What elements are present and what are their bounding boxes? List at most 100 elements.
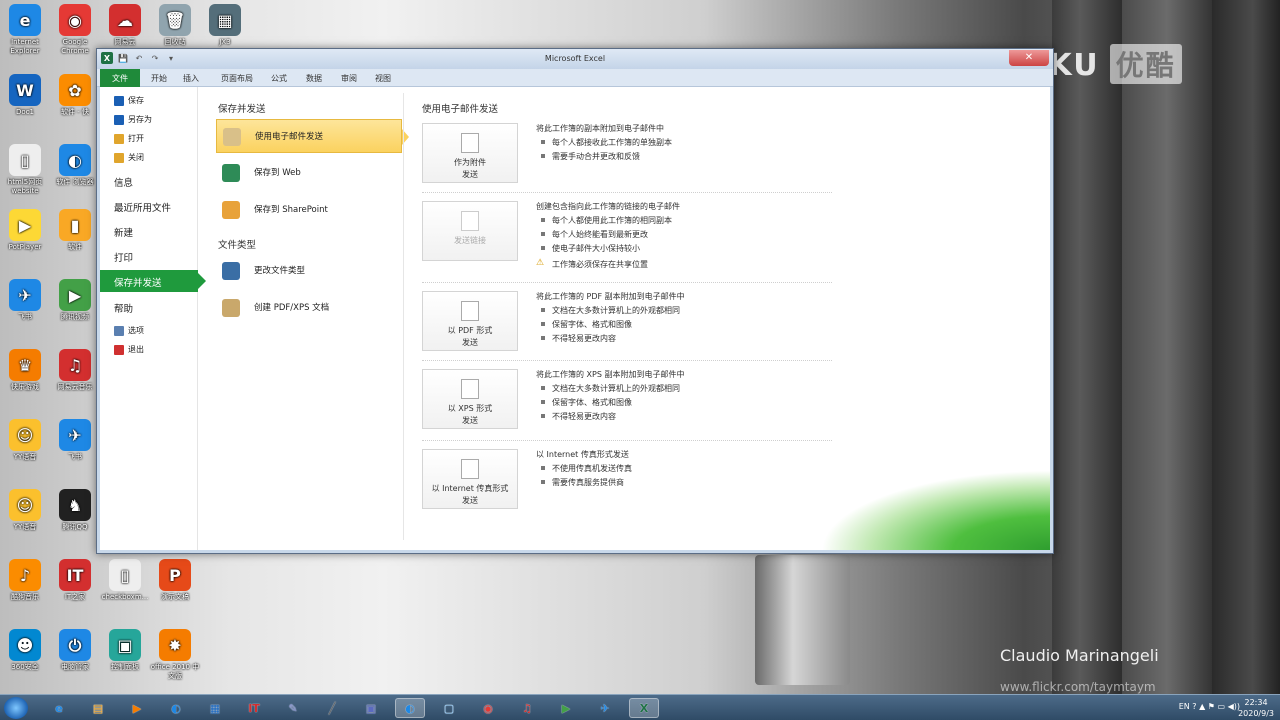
- send-action-button[interactable]: 以 PDF 形式 发送: [422, 291, 518, 351]
- ribbon-tab[interactable]: 公式: [265, 71, 293, 86]
- taskbar-app-button[interactable]: ╱: [317, 698, 347, 718]
- action-button-label: 发送: [462, 416, 478, 425]
- nav-item-big[interactable]: 新建: [100, 220, 198, 242]
- taskbar-app-button[interactable]: ◐: [161, 698, 191, 718]
- file-type-option[interactable]: 创建 PDF/XPS 文档: [216, 291, 402, 325]
- save-send-option[interactable]: 保存到 SharePoint: [216, 193, 402, 227]
- desktop-icon[interactable]: ♪ 酷狗音乐: [0, 559, 50, 602]
- app-icon: ♪: [9, 559, 41, 591]
- action-button-label: 发送: [462, 496, 478, 505]
- nav-item-big[interactable]: 最近所用文件: [100, 195, 198, 217]
- file-type-option[interactable]: 更改文件类型: [216, 254, 402, 288]
- desktop-icon[interactable]: ▶ 腾讯视频: [50, 279, 100, 322]
- desktop-icon-label: Doc1: [16, 108, 34, 116]
- save-send-option[interactable]: 保存到 Web: [216, 156, 402, 190]
- taskbar-app-button[interactable]: X: [629, 698, 659, 718]
- app-icon: ◐: [59, 144, 91, 176]
- ribbon-tab[interactable]: 开始: [145, 71, 173, 86]
- desktop-icon[interactable]: 🗑 回收站: [150, 4, 200, 47]
- app-icon: ♛: [9, 349, 41, 381]
- app-icon: ▶: [9, 209, 41, 241]
- nav-item-small[interactable]: 保存: [114, 95, 144, 106]
- desktop-icon[interactable]: P 演示文稿: [150, 559, 200, 602]
- taskbar-app-button[interactable]: ✎: [278, 698, 308, 718]
- taskbar-app-button[interactable]: ▤: [83, 698, 113, 718]
- desktop-icon[interactable]: ▯ html5网页 website: [0, 144, 50, 196]
- desktop-icon[interactable]: ☁ 网易云: [100, 4, 150, 47]
- start-button[interactable]: [4, 697, 28, 719]
- taskbar-app-button[interactable]: ♫: [512, 698, 542, 718]
- nav-item-small[interactable]: 退出: [114, 344, 144, 355]
- desktop-icon[interactable]: ▯ checkboxm...: [100, 559, 150, 602]
- desktop-icon[interactable]: ☺ YY语音: [0, 489, 50, 532]
- desktop-icon[interactable]: ✈ 飞书: [50, 419, 100, 462]
- nav-item-small[interactable]: 打开: [114, 133, 144, 144]
- desktop-icon[interactable]: ☺ YY语音: [0, 419, 50, 462]
- desktop-icon[interactable]: ☻ 360安全: [0, 629, 50, 672]
- system-tray[interactable]: EN ? ▲ ⚑ ▭ ◀)): [1179, 702, 1240, 711]
- nav-item-big[interactable]: 信息: [100, 170, 198, 192]
- backstage-nav: 保存另存为打开关闭信息最近所用文件 新建打印保存并发送帮助选项退出: [100, 87, 206, 550]
- desktop-icon[interactable]: ▣ 控制面板: [100, 629, 150, 672]
- desktop-icon[interactable]: ✿ 软件 - 快: [50, 74, 100, 117]
- send-action-button[interactable]: 作为附件 发送: [422, 123, 518, 183]
- desktop-icon[interactable]: ▶ PotPlayer: [0, 209, 50, 252]
- send-action-button[interactable]: 以 Internet 传真形式 发送: [422, 449, 518, 509]
- nav-item-small[interactable]: 另存为: [114, 114, 152, 125]
- send-action-button[interactable]: 以 XPS 形式 发送: [422, 369, 518, 429]
- action-bullet: 保留字体、格式和图像: [541, 319, 685, 330]
- taskbar-app-button[interactable]: ◐: [395, 698, 425, 718]
- desktop-icon[interactable]: ♞ 腾讯QQ: [50, 489, 100, 532]
- ribbon-tab[interactable]: 插入: [177, 71, 205, 86]
- desktop-icon[interactable]: W Doc1: [0, 74, 50, 117]
- nav-item-big[interactable]: 保存并发送: [100, 270, 206, 292]
- ribbon-tab[interactable]: 数据: [300, 71, 328, 86]
- nav-item-big[interactable]: 打印: [100, 245, 198, 267]
- excel-window: X 💾 ↶ ↷ ▾ Microsoft Excel ✕ 文件 开始 插入 页面布局 公式 数据 审阅…: [96, 48, 1054, 554]
- desktop-icon-label: 飞书: [18, 313, 32, 321]
- nav-item-small[interactable]: 关闭: [114, 152, 144, 163]
- tab-file[interactable]: 文件: [100, 69, 140, 87]
- desktop-icon-label: 360安全: [11, 663, 39, 671]
- taskbar-app-button[interactable]: ▢: [434, 698, 464, 718]
- desktop-icon[interactable]: ♛ 快乐游戏: [0, 349, 50, 392]
- taskbar-app-button[interactable]: ◉: [473, 698, 503, 718]
- desktop-icon[interactable]: ✈ 飞书: [0, 279, 50, 322]
- action-icon: [461, 211, 479, 231]
- desktop-icon[interactable]: ◉ Google Chrome: [50, 4, 100, 56]
- taskbar-app-button[interactable]: ▶: [122, 698, 152, 718]
- taskbar-app-button[interactable]: ▣: [356, 698, 386, 718]
- ribbon-tab[interactable]: 审阅: [335, 71, 363, 86]
- desktop-icon[interactable]: ▦ JX3: [200, 4, 250, 47]
- save-send-option[interactable]: 使用电子邮件发送: [216, 119, 409, 153]
- backstage-view: 保存 另存为 打开 关闭 信息 最近所用文件 新建 打印 保存并发送 帮助 选项 退出 保存并发送 文…: [100, 87, 1050, 550]
- action-description: 将此工作簿的 XPS 副本附加到电子邮件中 文档在大多数计算机上的外观都相同 保留字…: [536, 369, 684, 422]
- action-icon: [461, 133, 479, 153]
- nav-item-big[interactable]: 帮助: [100, 296, 198, 318]
- desktop-icon[interactable]: ♫ 网易云音乐: [50, 349, 100, 392]
- ribbon-tab[interactable]: 视图: [369, 71, 397, 86]
- taskbar-app-button[interactable]: ✈: [590, 698, 620, 718]
- nav-item-label: 保存: [128, 96, 144, 105]
- desktop-icon[interactable]: ▮ 软件: [50, 209, 100, 252]
- ribbon-tab[interactable]: 页面布局: [215, 71, 259, 86]
- desktop-icon[interactable]: e Internet Explorer: [0, 4, 50, 56]
- taskbar-app-button[interactable]: ▶: [551, 698, 581, 718]
- desktop-icon-label: Google Chrome: [61, 38, 89, 55]
- title-bar[interactable]: X 💾 ↶ ↷ ▾ Microsoft Excel ✕: [97, 49, 1053, 69]
- desktop-icon[interactable]: ⏻ 电脑管家: [50, 629, 100, 672]
- desktop-icon-label: JX3: [219, 38, 231, 46]
- action-button-label: 发送链接: [454, 236, 486, 245]
- action-separator: [422, 360, 832, 361]
- taskbar-app-button[interactable]: ▦: [200, 698, 230, 718]
- desktop-icon[interactable]: IT IT之家: [50, 559, 100, 602]
- nav-item-small[interactable]: 选项: [114, 325, 144, 336]
- action-button-label: 以 PDF 形式: [447, 326, 493, 335]
- app-icon: ☺: [9, 489, 41, 521]
- desktop-icon[interactable]: ◐ 软件 浏览器: [50, 144, 100, 187]
- close-button[interactable]: ✕: [1009, 50, 1049, 66]
- taskbar-app-button[interactable]: IT: [239, 698, 269, 718]
- taskbar-app-button[interactable]: e: [44, 698, 74, 718]
- desktop-icon[interactable]: ✸ office 2010 中文版: [150, 629, 200, 681]
- clock[interactable]: 22:34 2020/9/3: [1238, 697, 1274, 719]
